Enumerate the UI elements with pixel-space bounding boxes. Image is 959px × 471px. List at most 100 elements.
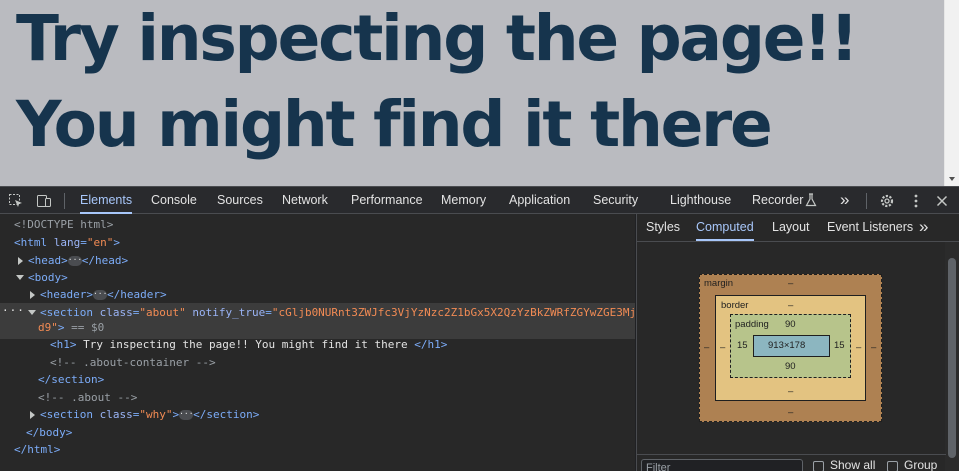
padding-right-value[interactable]: 15: [834, 340, 845, 351]
node-actions-icon[interactable]: ···: [2, 304, 25, 317]
scroll-down-arrow-icon[interactable]: [949, 177, 955, 181]
page-heading: Try inspecting the page!! You might find…: [16, 2, 859, 161]
dom-body-close[interactable]: </body>: [26, 424, 72, 442]
tag-close-bracket: >: [113, 236, 120, 249]
attr-value: "about": [139, 306, 186, 319]
group-label: Group: [904, 458, 938, 471]
gear-icon[interactable]: [879, 193, 895, 209]
tab-recorder[interactable]: Recorder: [752, 187, 803, 214]
margin-left-value[interactable]: –: [704, 342, 709, 353]
tab-application[interactable]: Application: [509, 187, 570, 214]
expand-triangle-icon[interactable]: [30, 411, 35, 419]
margin-bottom-value[interactable]: –: [788, 407, 793, 418]
inspect-element-icon[interactable]: [8, 193, 24, 209]
section-open-tag: <section: [40, 408, 93, 421]
collapsed-ellipsis-icon[interactable]: ···: [179, 410, 194, 420]
collapsed-ellipsis-icon[interactable]: ···: [67, 256, 82, 266]
close-icon[interactable]: [934, 193, 950, 209]
more-tabs-icon[interactable]: »: [919, 214, 928, 241]
dom-head[interactable]: <head>···</head>: [18, 252, 128, 270]
html-tag: <html: [14, 236, 48, 249]
device-toolbar-icon[interactable]: [36, 193, 52, 209]
eq-sign: =: [265, 306, 272, 319]
attr-value: "en": [86, 236, 114, 249]
filter-input[interactable]: Filter: [641, 459, 803, 471]
h1-open-tag: <h1>: [50, 338, 77, 351]
padding-top-value[interactable]: 90: [785, 319, 796, 330]
attr-value: "why": [139, 408, 173, 421]
page-scrollbar[interactable]: [944, 0, 959, 186]
tag-close-bracket: >: [57, 321, 65, 334]
box-model-padding[interactable]: padding 90 90 15 15 913×178: [730, 314, 851, 378]
show-all-label: Show all: [830, 458, 876, 471]
box-model-border[interactable]: border – – – – padding 90 90 15 15 913×1…: [715, 295, 866, 401]
toolbar-divider: [866, 193, 867, 209]
padding-left-value[interactable]: 15: [737, 340, 748, 351]
expand-triangle-icon[interactable]: [18, 257, 23, 265]
dom-section-close[interactable]: </section>: [38, 371, 104, 389]
tab-memory[interactable]: Memory: [441, 187, 486, 214]
selected-node-ref: == $0: [71, 321, 105, 334]
comment-text: <!-- .about -->: [38, 391, 138, 404]
side-panel-scrollbar[interactable]: [945, 242, 959, 471]
tab-sources[interactable]: Sources: [217, 187, 263, 214]
header-close-tag: </header>: [106, 288, 167, 301]
tab-lighthouse[interactable]: Lighthouse: [670, 187, 731, 214]
content-size-value[interactable]: 913×178: [768, 340, 805, 351]
tab-network[interactable]: Network: [282, 187, 328, 214]
dom-section-about[interactable]: <section class="about" notify_true="cGlj…: [28, 304, 636, 322]
margin-right-value[interactable]: –: [871, 342, 876, 353]
dom-section-why[interactable]: <section class="why">···</section>: [30, 406, 259, 424]
attr-name: class: [99, 306, 133, 319]
border-top-value[interactable]: –: [788, 300, 793, 311]
tag-close-bracket: >: [172, 408, 180, 421]
scrollbar-thumb[interactable]: [948, 258, 956, 458]
collapse-triangle-icon[interactable]: [28, 310, 36, 315]
tab-security[interactable]: Security: [593, 187, 638, 214]
dom-h1[interactable]: <h1> Try inspecting the page!! You might…: [50, 336, 447, 354]
dom-html-close[interactable]: </html>: [14, 441, 60, 459]
dom-body-open[interactable]: <body>: [16, 269, 68, 287]
collapsed-ellipsis-icon[interactable]: ···: [92, 290, 107, 300]
box-model-margin[interactable]: margin – – – – border – – – – padding 90…: [699, 274, 882, 422]
eq-sign: =: [80, 236, 87, 249]
devtools-toolbar: Elements Console Sources Network Perform…: [0, 186, 959, 214]
tab-elements[interactable]: Elements: [80, 187, 133, 214]
tab-performance[interactable]: Performance: [351, 187, 423, 214]
border-bottom-value[interactable]: –: [788, 386, 793, 397]
header-open-tag: <header>: [40, 288, 93, 301]
dom-html-open[interactable]: <html lang="en">: [14, 234, 120, 252]
tab-console[interactable]: Console: [151, 187, 197, 214]
computed-panel: Styles Computed Layout Event Listeners »…: [636, 214, 959, 471]
comment-text: <!-- .about-container -->: [50, 356, 216, 369]
html-close-tag: </html>: [14, 443, 61, 456]
margin-top-value[interactable]: –: [788, 278, 793, 289]
page-viewport: Try inspecting the page!! You might find…: [0, 0, 959, 186]
group-checkbox[interactable]: [887, 461, 898, 471]
dom-section-about-wrap[interactable]: d9"> == $0: [38, 319, 104, 337]
kebab-menu-icon[interactable]: [908, 193, 924, 209]
border-left-value[interactable]: –: [720, 342, 725, 353]
padding-bottom-value[interactable]: 90: [785, 361, 796, 372]
tab-styles[interactable]: Styles: [646, 214, 680, 241]
head-open-tag: <head>: [28, 254, 68, 267]
tab-layout[interactable]: Layout: [772, 214, 810, 241]
box-model-content[interactable]: 913×178: [753, 335, 830, 357]
head-close-tag: </head>: [81, 254, 129, 267]
expand-triangle-icon[interactable]: [30, 291, 35, 299]
more-tabs-icon[interactable]: »: [840, 187, 849, 214]
flask-icon: [804, 192, 820, 208]
border-label: border: [721, 300, 749, 311]
tab-computed[interactable]: Computed: [696, 214, 754, 241]
dom-comment-about-container[interactable]: <!-- .about-container -->: [50, 354, 216, 372]
collapse-triangle-icon[interactable]: [16, 275, 24, 280]
doctype-text: <!DOCTYPE html>: [14, 218, 114, 231]
dom-header[interactable]: <header>···</header>: [30, 286, 167, 304]
dom-comment-about[interactable]: <!-- .about -->: [38, 389, 137, 407]
margin-label: margin: [704, 278, 734, 289]
show-all-checkbox[interactable]: [813, 461, 824, 471]
dom-doctype[interactable]: <!DOCTYPE html>: [14, 216, 113, 234]
border-right-value[interactable]: –: [856, 342, 861, 353]
tab-event-listeners[interactable]: Event Listeners: [827, 214, 913, 241]
side-panel-tabs: Styles Computed Layout Event Listeners »: [637, 214, 959, 242]
